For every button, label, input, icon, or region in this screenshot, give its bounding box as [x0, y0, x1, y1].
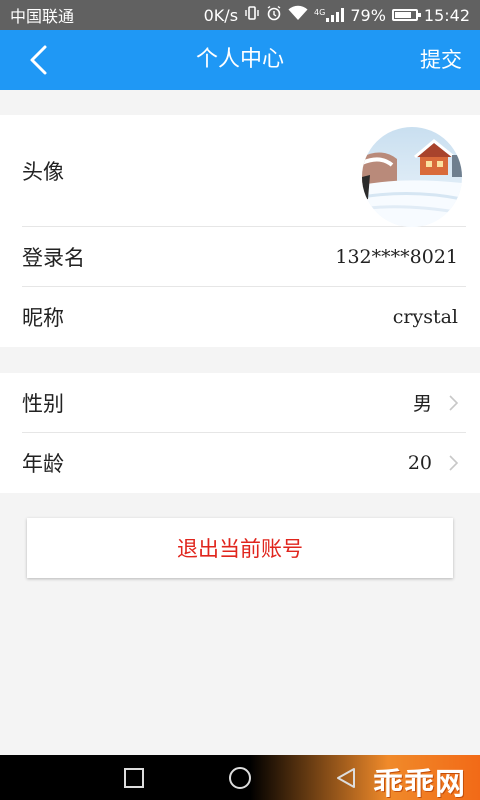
network-type: 4G: [314, 8, 326, 17]
watermark-logo: 乖乖网: [373, 767, 466, 800]
gender-row[interactable]: 性别 男: [22, 373, 466, 433]
back-button[interactable]: [18, 40, 58, 80]
recent-apps-icon[interactable]: [122, 766, 146, 790]
page-title: 个人中心: [195, 47, 284, 72]
profile-section: 头像 登录名 132****8021 昵称 crystal: [0, 115, 480, 347]
age-label: 年龄: [22, 452, 64, 476]
avatar-snow-cabin-image: [362, 127, 462, 227]
back-triangle-icon[interactable]: [334, 766, 358, 790]
details-section: 性别 男 年龄 20: [0, 373, 480, 493]
chevron-right-icon: [449, 394, 459, 411]
age-value: 20: [407, 452, 432, 474]
title-bar: 个人中心 提交: [0, 30, 480, 90]
clock: 15:42: [423, 5, 470, 25]
age-row[interactable]: 年龄 20: [22, 433, 466, 493]
profile-screen: 中国联通 0K/s 4G 79% 15:42 个人中心 提交 头像 登录名 13…: [0, 0, 480, 800]
battery-icon: [391, 9, 421, 21]
vibrate-icon: [244, 5, 260, 25]
login-name-row: 登录名 132****8021: [22, 227, 466, 287]
alarm-icon: [266, 5, 282, 25]
nickname-label: 昵称: [22, 306, 64, 330]
chevron-right-icon: [449, 455, 459, 471]
login-name-value: 132****8021: [335, 245, 458, 268]
gender-label: 性别: [22, 391, 64, 416]
status-bar: 中国联通 0K/s 4G 79% 15:42: [0, 0, 480, 30]
home-icon[interactable]: [228, 766, 252, 790]
nickname-value: crystal: [392, 306, 458, 328]
logout-button[interactable]: 退出当前账号: [27, 518, 453, 578]
avatar-label: 头像: [22, 159, 64, 184]
battery-percent: 79%: [350, 5, 386, 25]
submit-button[interactable]: 提交: [420, 30, 462, 90]
status-indicators: 0K/s 4G 79% 15:42: [204, 5, 470, 25]
wifi-icon: [288, 5, 308, 25]
signal-icon: 4G: [314, 8, 345, 22]
gender-value: 男: [412, 393, 432, 415]
avatar-row[interactable]: 头像: [22, 115, 466, 227]
carrier-name: 中国联通: [10, 7, 75, 26]
nickname-row[interactable]: 昵称 crystal: [22, 287, 466, 347]
login-name-label: 登录名: [22, 245, 85, 270]
avatar[interactable]: [362, 127, 462, 227]
chevron-left-icon: [30, 45, 47, 75]
system-nav-bar: 乖乖网: [0, 755, 480, 800]
network-speed: 0K/s: [203, 5, 239, 25]
